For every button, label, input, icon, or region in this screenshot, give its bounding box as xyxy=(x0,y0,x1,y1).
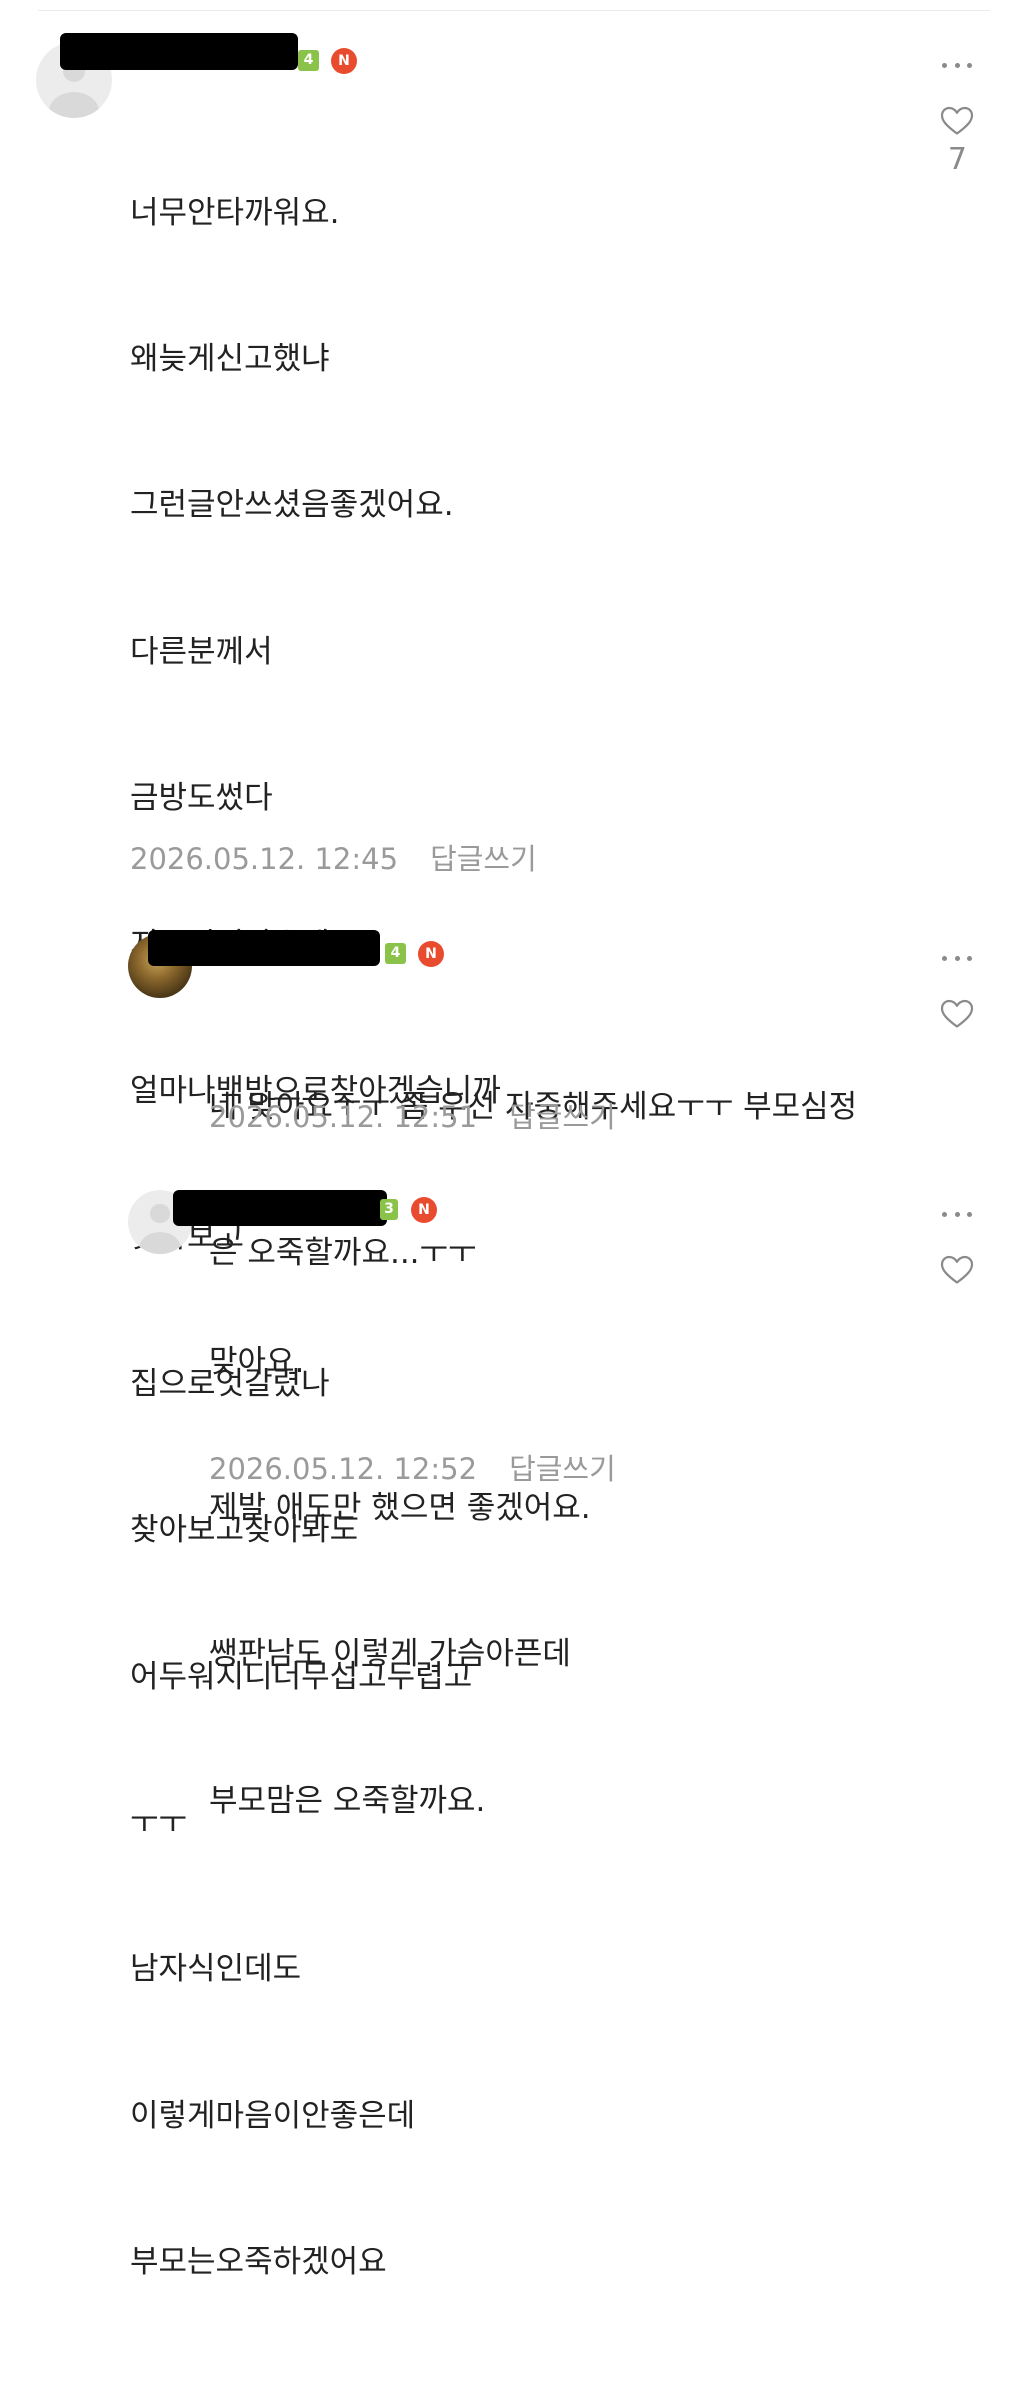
comment-line: 금방도썼다 xyxy=(130,780,273,817)
comment-line: 부모맘은 오죽할까요. xyxy=(209,1782,486,1819)
like-count: 7 xyxy=(947,142,967,177)
new-badge: N xyxy=(331,48,357,74)
comment-line: 남자식인데도 xyxy=(130,1951,302,1988)
comment-line: 쌩판남도 이렇게 가슴아픈데 xyxy=(209,1636,571,1673)
redacted-username xyxy=(173,1190,387,1226)
comment-line: 왜늦게신고했냐 xyxy=(130,340,330,377)
comment-meta: 2026.05.12. 12:52 답글쓰기 xyxy=(209,1446,616,1488)
comment-line: 부모는오죽하겠어요 xyxy=(130,2244,387,2281)
comment-meta: 2026.05.12. 12:45 답글쓰기 xyxy=(130,836,537,878)
level-badge: 4 xyxy=(298,50,319,71)
level-badge: 3 xyxy=(380,1199,398,1220)
comment-timestamp: 2026.05.12. 12:45 xyxy=(130,842,399,876)
like-button[interactable] xyxy=(940,999,974,1029)
redacted-username xyxy=(148,930,380,966)
heart-outline-icon xyxy=(940,106,974,135)
heart-outline-icon xyxy=(940,1255,974,1284)
new-badge: N xyxy=(411,1197,437,1223)
more-dots-icon xyxy=(942,1211,947,1217)
reply-button[interactable]: 답글쓰기 xyxy=(430,842,537,876)
comment-timestamp: 2026.05.12. 12:51 xyxy=(209,1100,478,1134)
comment-line: 너무안타까워요. xyxy=(130,194,340,231)
more-options-button[interactable] xyxy=(942,60,972,70)
comment-line: 그런글안쓰셨음좋겠어요. xyxy=(130,487,454,524)
reply-button[interactable]: 답글쓰기 xyxy=(509,1452,616,1486)
comment-line: 제발 애도만 했으면 좋겠어요. xyxy=(209,1489,591,1526)
top-divider xyxy=(38,10,990,11)
comment-timestamp: 2026.05.12. 12:52 xyxy=(209,1452,478,1486)
comment-line: 이렇게마음이안좋은데 xyxy=(130,2097,416,2134)
redacted-username xyxy=(60,33,298,70)
comment-line: 맞아요. xyxy=(209,1343,305,1380)
more-options-button[interactable] xyxy=(942,953,972,963)
new-badge: N xyxy=(418,941,444,967)
like-button[interactable] xyxy=(940,106,974,136)
comment-meta: 2026.05.12. 12:51 답글쓰기 xyxy=(209,1094,616,1136)
more-options-button[interactable] xyxy=(942,1209,972,1219)
more-dots-icon xyxy=(942,62,947,68)
more-dots-icon xyxy=(942,955,947,961)
heart-outline-icon xyxy=(940,999,974,1028)
like-button[interactable] xyxy=(940,1255,974,1285)
level-badge: 4 xyxy=(385,943,406,964)
default-user-icon xyxy=(150,1204,170,1224)
comment-line: 다른분께서 xyxy=(130,633,273,670)
comment-body: 맞아요. 제발 애도만 했으면 좋겠어요. 쌩판남도 이렇게 가슴아픈데 부모맘… xyxy=(209,1240,591,1923)
reply-button[interactable]: 답글쓰기 xyxy=(509,1100,616,1134)
